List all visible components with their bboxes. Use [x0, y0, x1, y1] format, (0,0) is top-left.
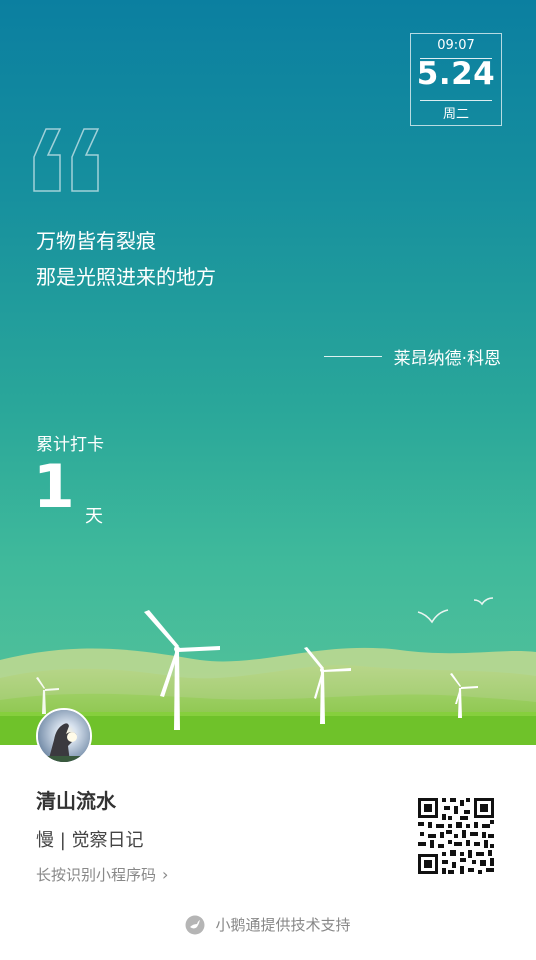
author-name: 莱昂纳德·科恩 [393, 349, 501, 369]
hero-background: 09:07 5.24 周二 万物皆有裂痕 那是光照进来的地方 莱昂纳德·科恩 累… [0, 0, 536, 745]
miniprogram-hint-text: 长按识别小程序码 [36, 866, 157, 884]
quote-author: 莱昂纳德·科恩 [323, 344, 501, 369]
quote-mark-icon [33, 128, 100, 192]
date-divider [420, 100, 492, 101]
qr-code[interactable] [416, 796, 496, 876]
footer-text: 小鹅通提供技术支持 [215, 916, 351, 934]
date-time: 09:07 [437, 38, 475, 53]
date-weekday: 周二 [442, 107, 469, 122]
checkin-unit: 天 [85, 506, 103, 527]
date-day: 5.24 [416, 56, 496, 92]
avatar[interactable] [36, 708, 92, 764]
user-subtitle: 慢 | 觉察日记 [36, 830, 144, 851]
share-card: 09:07 5.24 周二 万物皆有裂痕 那是光照进来的地方 莱昂纳德·科恩 累… [0, 0, 536, 960]
author-dash [323, 356, 382, 357]
checkin-count: 1 [33, 452, 75, 522]
avatar-hand-sun-icon [38, 710, 90, 762]
bird-icon [417, 597, 494, 624]
xiaoetong-logo-icon [185, 915, 205, 934]
miniprogram-hint[interactable]: 长按识别小程序码 › [36, 864, 168, 885]
quote-line-1: 万物皆有裂痕 [36, 229, 156, 253]
date-badge: 09:07 5.24 周二 [410, 33, 502, 126]
chevron-right-icon: › [162, 865, 169, 884]
quote-line-2: 那是光照进来的地方 [36, 265, 216, 289]
footer-powered-by: 小鹅通提供技术支持 [0, 914, 536, 935]
user-name: 清山流水 [36, 789, 116, 813]
